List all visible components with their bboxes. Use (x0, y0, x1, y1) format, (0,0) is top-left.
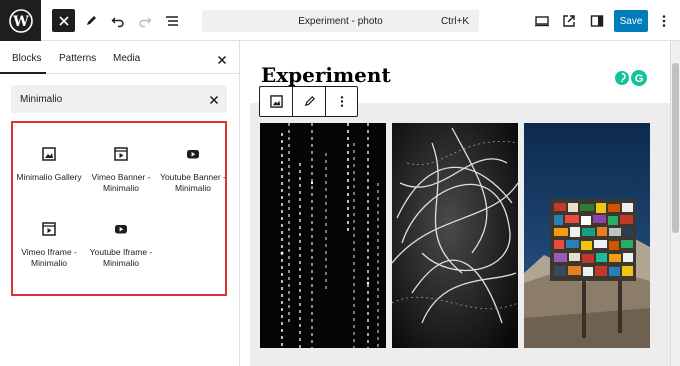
search-results-highlight: Minimalio Gallery Vimeo Banner - Minimal… (11, 121, 227, 296)
video-icon (42, 222, 56, 236)
gallery-image-3[interactable] (524, 123, 650, 348)
block-item-label: Youtube Iframe - Minimalio (89, 247, 153, 268)
block-item-label: Vimeo Iframe - Minimalio (21, 247, 77, 268)
svg-text:G: G (635, 73, 644, 85)
view-site-button[interactable] (557, 9, 581, 33)
active-tab-indicator (0, 72, 46, 74)
clear-search-button[interactable] (209, 92, 219, 110)
block-item-label: Youtube Banner - Minimalio (160, 172, 226, 193)
gallery-icon (269, 95, 283, 108)
undo-icon (111, 17, 124, 28)
block-item-vimeo-iframe[interactable]: Vimeo Iframe - Minimalio (15, 222, 83, 269)
block-item-label: Minimalio Gallery (16, 172, 82, 182)
light-streaks-image (260, 123, 386, 348)
document-overview-button[interactable] (160, 9, 184, 33)
edit-block-button[interactable] (293, 87, 326, 116)
redo-button[interactable] (133, 9, 157, 33)
grammarly-icon: G (615, 70, 647, 86)
external-link-icon (563, 15, 575, 27)
shortcut-hint: Ctrl+K (440, 16, 469, 27)
more-vertical-icon (662, 15, 666, 27)
post-heading[interactable]: Experiment (261, 63, 391, 87)
video-icon (114, 147, 128, 161)
block-options-button[interactable] (326, 87, 358, 116)
list-view-icon (166, 16, 178, 26)
sidebar-icon (590, 15, 604, 27)
block-toolbar (259, 86, 358, 117)
gallery-image-1[interactable] (260, 123, 386, 348)
tab-patterns[interactable]: Patterns (59, 53, 96, 64)
block-item-minimalio-gallery[interactable]: Minimalio Gallery (15, 147, 83, 183)
settings-sidebar-button[interactable] (585, 9, 609, 33)
close-icon (217, 55, 227, 65)
youtube-icon (187, 150, 199, 159)
mountain-sign-image (524, 123, 650, 348)
close-icon (209, 95, 219, 105)
preview-button[interactable] (530, 9, 554, 33)
redo-icon (139, 17, 152, 28)
undo-button[interactable] (106, 9, 130, 33)
search-value: Minimalio (20, 94, 63, 105)
inserter-tabs: Blocks Patterns Media (0, 41, 239, 74)
light-trails-image (392, 123, 518, 348)
options-menu-button[interactable] (652, 9, 676, 33)
more-vertical-icon (340, 96, 344, 107)
block-type-button[interactable] (260, 87, 293, 116)
block-item-label: Vimeo Banner - Minimalio (91, 172, 151, 193)
canvas-scrollbar[interactable] (671, 41, 680, 366)
gallery-icon (42, 147, 56, 161)
desktop-icon (535, 16, 549, 27)
command-palette-bar[interactable]: Experiment - photo Ctrl+K (202, 10, 479, 32)
close-panel-button[interactable] (217, 52, 227, 70)
block-inserter-panel: Blocks Patterns Media Minimalio Minimali… (0, 41, 240, 366)
block-search-input[interactable]: Minimalio (11, 85, 227, 113)
close-inserter-button[interactable] (52, 9, 75, 32)
pencil-icon (304, 96, 315, 107)
youtube-icon (115, 225, 127, 234)
wordpress-logo-button[interactable]: W (0, 0, 41, 41)
svg-text:W: W (12, 14, 29, 30)
block-item-vimeo-banner[interactable]: Vimeo Banner - Minimalio (87, 147, 155, 194)
block-item-youtube-iframe[interactable]: Youtube Iframe - Minimalio (87, 222, 155, 269)
grammarly-widget[interactable]: G (613, 68, 649, 88)
close-icon (58, 15, 69, 26)
save-button[interactable]: Save (614, 10, 648, 32)
wordpress-icon: W (8, 8, 33, 33)
tab-blocks[interactable]: Blocks (12, 53, 41, 64)
gallery-image-2[interactable] (392, 123, 518, 348)
editor-top-bar: W Experiment - photo Ctrl+K Save (0, 0, 680, 41)
tools-button[interactable] (79, 9, 103, 33)
tab-media[interactable]: Media (113, 53, 140, 64)
pencil-icon (87, 16, 96, 25)
scroll-thumb[interactable] (672, 63, 679, 233)
document-title: Experiment - photo (298, 16, 383, 27)
block-item-youtube-banner[interactable]: Youtube Banner - Minimalio (159, 147, 227, 194)
